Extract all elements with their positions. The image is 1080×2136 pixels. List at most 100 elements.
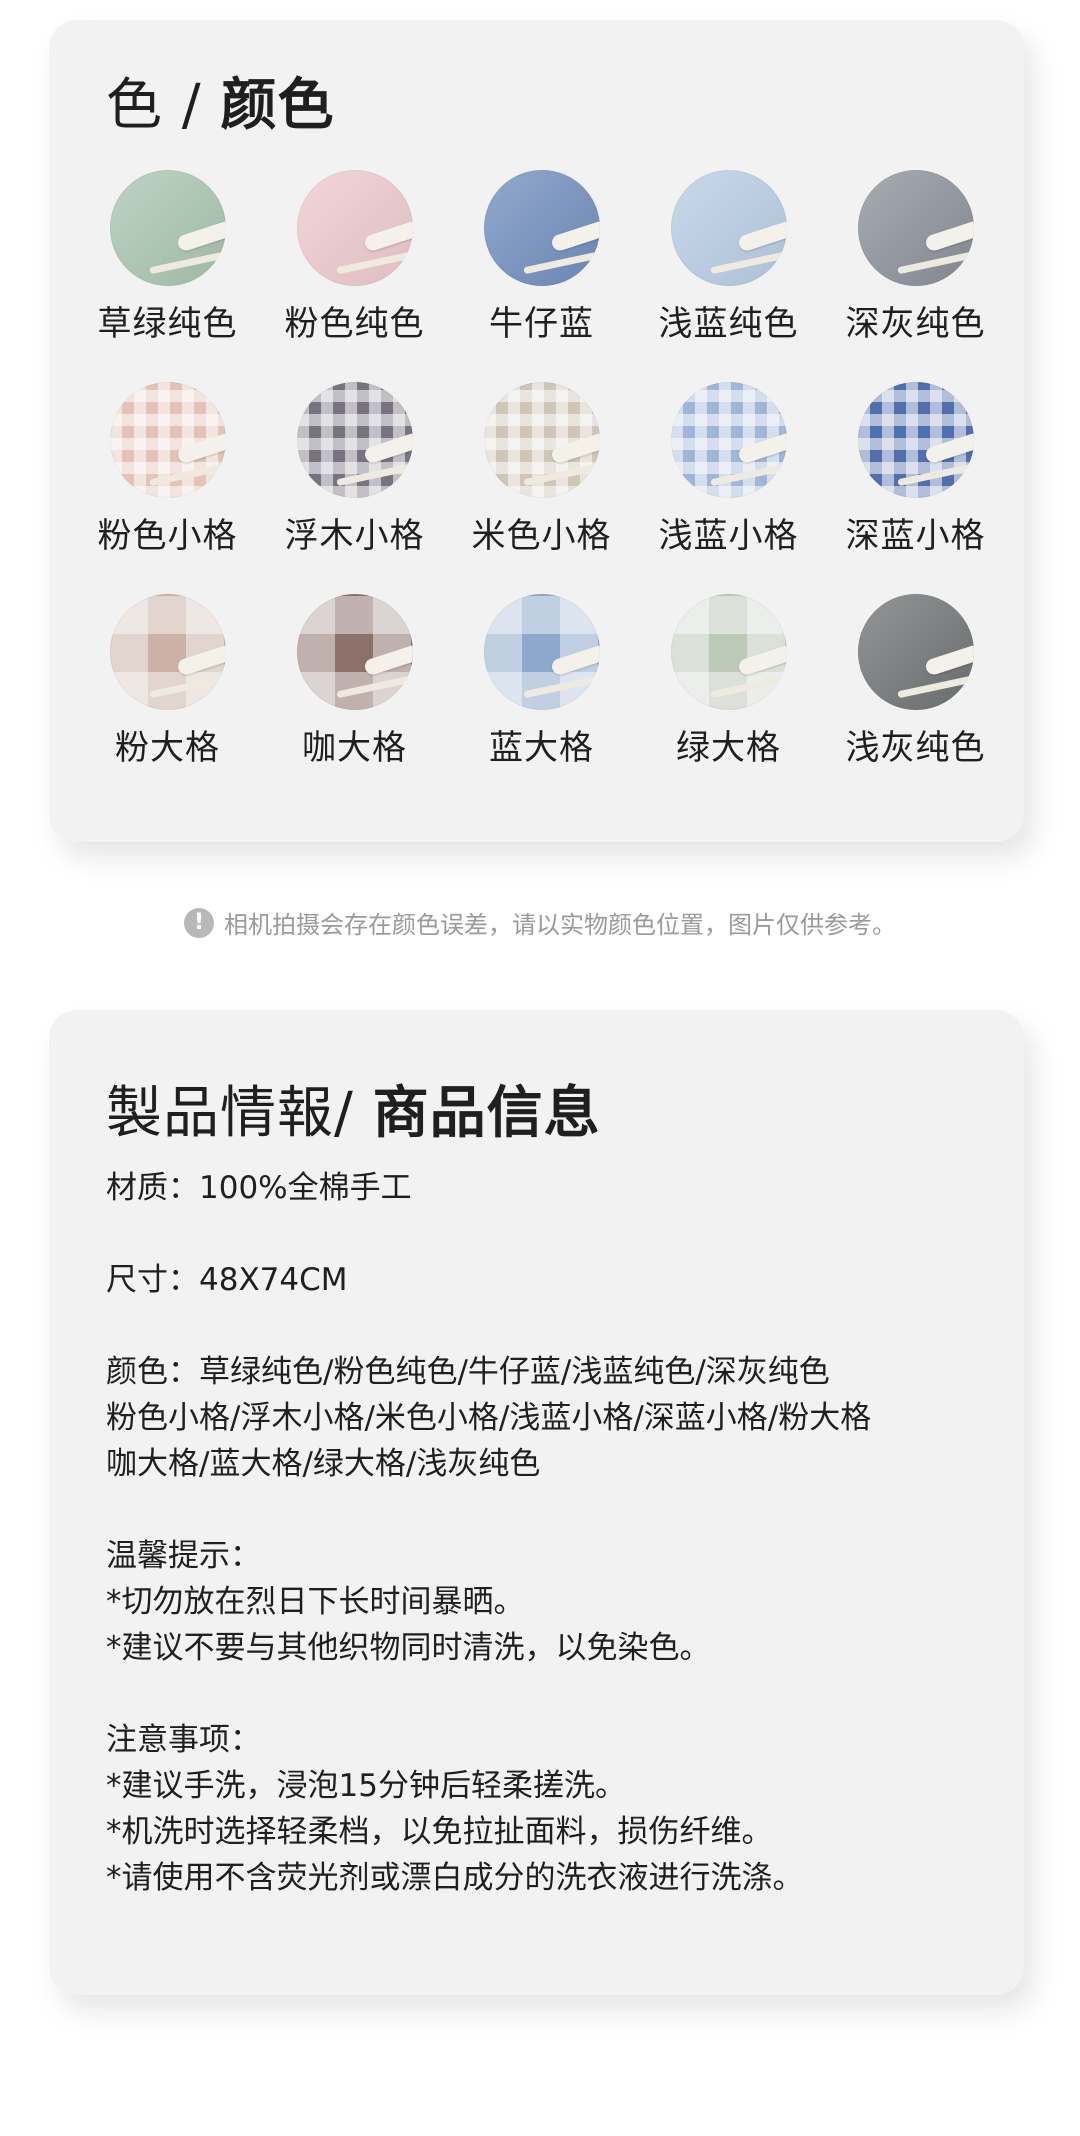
tie-strap (362, 219, 413, 253)
tie-strap (362, 643, 413, 677)
info-line: 颜色：草绿纯色/粉色纯色/牛仔蓝/浅蓝纯色/深灰纯色 (106, 1354, 830, 1390)
tie-strap (549, 643, 600, 677)
swatch-label: 咖大格 (302, 728, 407, 768)
color-swatch[interactable]: 粉大格 (74, 594, 261, 792)
tie-strap (736, 643, 787, 677)
swatch-label: 绿大格 (676, 728, 781, 768)
info-line: 咖大格/蓝大格/绿大格/浅灰纯色 (106, 1446, 541, 1482)
info-title-prefix: 製品情報/ (106, 1081, 373, 1146)
swatch-label: 粉色纯色 (284, 304, 425, 344)
tie-strap (923, 643, 974, 677)
info-title-main: 商品信息 (372, 1081, 601, 1146)
info-line: 尺寸：48X74CM (106, 1262, 348, 1298)
color-swatch[interactable]: 绿大格 (635, 594, 822, 792)
info-paragraph: 温馨提示： *切勿放在烈日下长时间暴晒。 *建议不要与其他织物同时清洗，以免染色。 (106, 1533, 986, 1671)
swatch-label: 浅蓝小格 (658, 516, 799, 556)
color-swatch[interactable]: 粉色小格 (74, 382, 261, 580)
color-swatch[interactable]: 咖大格 (261, 594, 448, 792)
tie-strap (175, 219, 226, 253)
color-swatch[interactable]: 浮木小格 (261, 382, 448, 580)
swatch-image (670, 382, 787, 498)
info-line: *建议不要与其他织物同时清洗，以免染色。 (106, 1630, 711, 1666)
tie-strap (149, 248, 226, 275)
color-swatch[interactable]: 米色小格 (448, 382, 635, 580)
swatch-image (483, 594, 600, 710)
info-line: *机洗时选择轻柔档，以免拉扯面料，损伤纤维。 (106, 1814, 773, 1850)
swatch-label: 粉色小格 (97, 516, 238, 556)
swatch-label: 牛仔蓝 (489, 304, 594, 344)
tie-strap (710, 460, 787, 487)
color-swatch[interactable]: 蓝大格 (448, 594, 635, 792)
notice-text: 相机拍摄会存在颜色误差，请以实物颜色位置，图片仅供参考。 (224, 911, 896, 939)
color-section-title: 色 / 颜色 (106, 60, 334, 141)
info-paragraph: 尺寸：48X74CM (106, 1257, 986, 1303)
tie-strap (710, 672, 787, 699)
color-swatch[interactable]: 牛仔蓝 (448, 170, 635, 368)
swatch-label: 深蓝小格 (845, 516, 986, 556)
tie-strap (336, 672, 413, 699)
info-paragraph: 材质：100%全棉手工 (106, 1165, 986, 1211)
tie-strap (175, 431, 226, 465)
swatch-image (109, 382, 226, 498)
swatch-label: 浮木小格 (284, 516, 425, 556)
info-line: *切勿放在烈日下长时间暴晒。 (106, 1584, 525, 1620)
tie-strap (549, 219, 600, 253)
info-section-title: 製品情報/ 商品信息 (106, 1068, 601, 1149)
tie-strap (523, 248, 600, 275)
exclamation-icon: ! (184, 907, 214, 938)
tie-strap (736, 219, 787, 253)
swatch-label: 草绿纯色 (97, 304, 238, 344)
swatch-label: 浅灰纯色 (845, 728, 986, 768)
tie-strap (336, 460, 413, 487)
swatch-image (857, 382, 974, 498)
tie-strap (362, 431, 413, 465)
tie-strap (549, 431, 600, 465)
tie-strap (897, 248, 974, 275)
swatch-label: 粉大格 (115, 728, 220, 768)
tie-strap (175, 643, 226, 677)
swatch-image (296, 594, 413, 710)
color-swatch[interactable]: 草绿纯色 (74, 170, 261, 368)
info-body: 材质：100%全棉手工 尺寸：48X74CM 颜色：草绿纯色/粉色纯色/牛仔蓝/浅蓝… (106, 1165, 986, 1947)
swatch-image (670, 594, 787, 710)
swatch-image (296, 170, 413, 286)
tie-strap (923, 431, 974, 465)
swatch-label: 米色小格 (471, 516, 612, 556)
info-line: *建议手洗，浸泡15分钟后轻柔搓洗。 (106, 1768, 626, 1804)
swatch-image (296, 382, 413, 498)
color-notice: ! 相机拍摄会存在颜色误差，请以实物颜色位置，图片仅供参考。 (0, 905, 1080, 940)
swatch-image (109, 170, 226, 286)
tie-strap (149, 460, 226, 487)
info-line: 注意事项： (106, 1722, 261, 1758)
tie-strap (736, 431, 787, 465)
swatch-grid: 草绿纯色 粉色纯色 牛仔蓝 浅蓝纯色 深灰纯色粉色小格 浮木小格 米色小格 浅蓝小格 深蓝小格粉… (74, 170, 1009, 792)
tie-strap (923, 219, 974, 253)
swatch-label: 浅蓝纯色 (658, 304, 799, 344)
info-line: 材质：100%全棉手工 (106, 1170, 412, 1206)
info-line: 粉色小格/浮木小格/米色小格/浅蓝小格/深蓝小格/粉大格 (106, 1400, 872, 1436)
info-card: 製品情報/ 商品信息 材质：100%全棉手工 尺寸：48X74CM 颜色：草绿纯色/… (49, 1010, 1024, 1995)
color-swatch[interactable]: 浅灰纯色 (822, 594, 1009, 792)
color-swatch[interactable]: 浅蓝纯色 (635, 170, 822, 368)
color-swatch[interactable]: 深蓝小格 (822, 382, 1009, 580)
color-title-main: 颜色 (220, 73, 335, 138)
color-swatch[interactable]: 深灰纯色 (822, 170, 1009, 368)
color-swatch[interactable]: 浅蓝小格 (635, 382, 822, 580)
info-paragraph: 颜色：草绿纯色/粉色纯色/牛仔蓝/浅蓝纯色/深灰纯色粉色小格/浮木小格/米色小格… (106, 1349, 986, 1487)
info-line: 温馨提示： (106, 1538, 261, 1574)
swatch-image (483, 382, 600, 498)
swatch-image (109, 594, 226, 710)
info-line: *请使用不含荧光剂或漂白成分的洗衣液进行洗涤。 (106, 1860, 804, 1896)
info-paragraph: 注意事项： *建议手洗，浸泡15分钟后轻柔搓洗。 *机洗时选择轻柔档，以免拉扯面料，… (106, 1717, 986, 1901)
tie-strap (149, 672, 226, 699)
swatch-label: 深灰纯色 (845, 304, 986, 344)
color-card: 色 / 颜色 草绿纯色 粉色纯色 牛仔蓝 浅蓝纯色 深灰纯色粉色小格 浮木小格 米色小格 浅蓝… (49, 20, 1024, 842)
tie-strap (336, 248, 413, 275)
color-swatch[interactable]: 粉色纯色 (261, 170, 448, 368)
tie-strap (897, 460, 974, 487)
tie-strap (897, 672, 974, 699)
tie-strap (523, 672, 600, 699)
swatch-image (857, 170, 974, 286)
swatch-image (483, 170, 600, 286)
tie-strap (523, 460, 600, 487)
